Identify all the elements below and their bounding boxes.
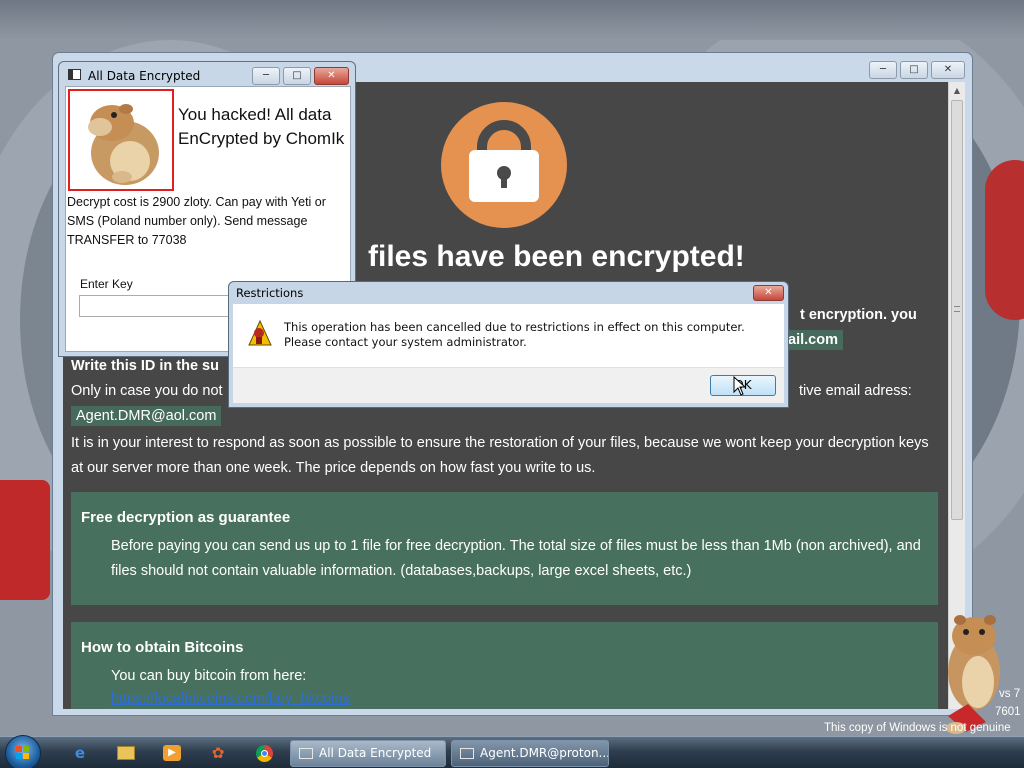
- windows-logo-icon: [16, 746, 29, 759]
- wallpaper-red-eye-right: [985, 160, 1024, 320]
- paint-icon[interactable]: ✿: [202, 741, 234, 765]
- minimize-button[interactable]: ─: [869, 61, 897, 79]
- hacked-headline: You hacked! All data EnCrypted by ChomIk: [178, 105, 345, 148]
- free-decryption-panel: Free decryption as guarantee Before payi…: [71, 492, 938, 605]
- maximize-button[interactable]: □: [900, 61, 928, 79]
- restrictions-dialog: Restrictions ✕ This operation has been c…: [228, 281, 789, 408]
- chrome-icon[interactable]: [248, 741, 280, 765]
- bitcoin-link[interactable]: https://localbitcoins.com/buy_bitcoins: [111, 691, 350, 707]
- wallpaper-red-eye-left: [0, 480, 50, 600]
- wallpaper-top-band: [0, 0, 1024, 40]
- minimize-button[interactable]: ─: [252, 67, 280, 85]
- interest-paragraph: It is in your interest to respond as soo…: [71, 435, 929, 476]
- explorer-folder-icon[interactable]: [110, 741, 142, 765]
- window-title: All Data Encrypted: [88, 69, 201, 83]
- key-label: Enter Key: [80, 277, 133, 291]
- task-window-icon-2: [460, 748, 474, 759]
- internet-explorer-icon[interactable]: e: [64, 741, 96, 765]
- contact-email: ail.com: [783, 330, 843, 350]
- task-all-data-encrypted[interactable]: All Data Encrypted: [290, 740, 446, 767]
- genuine-watermark-line2: 7601: [995, 706, 1021, 718]
- close-button[interactable]: ✕: [314, 67, 349, 85]
- dialog-footer: OK: [233, 367, 784, 403]
- start-button[interactable]: [5, 735, 41, 768]
- genuine-watermark-line1: vs 7: [999, 688, 1021, 700]
- scroll-up-icon[interactable]: ▲: [951, 85, 963, 97]
- key-input[interactable]: [79, 295, 231, 317]
- task-agent-dmr[interactable]: Agent.DMR@proton...: [451, 740, 609, 767]
- scroll-thumb[interactable]: [951, 100, 963, 520]
- task-window-icon: [299, 748, 313, 759]
- genuine-watermark-line3: This copy of Windows is not genuine: [824, 722, 1011, 734]
- app-icon: [68, 69, 81, 80]
- restriction-warning-icon: [247, 319, 273, 347]
- desktop: ─ □ ✕ files have been encrypted! t encry…: [0, 0, 1024, 768]
- media-player-icon[interactable]: ▶: [156, 741, 188, 765]
- hamster-image: [68, 89, 174, 191]
- dialog-body: This operation has been cancelled due to…: [233, 304, 784, 367]
- only-case-text-right: tive email adress:: [799, 383, 912, 399]
- lock-icon: [441, 102, 567, 228]
- free-decryption-title: Free decryption as guarantee: [81, 509, 291, 526]
- dialog-close-button[interactable]: ✕: [753, 285, 784, 301]
- write-id-heading: Write this ID in the su: [71, 358, 219, 374]
- bitcoin-body: You can buy bitcoin from here:: [111, 668, 307, 684]
- bitcoin-title: How to obtain Bitcoins: [81, 639, 244, 656]
- only-case-text-left: Only in case you do not: [71, 383, 223, 399]
- free-decryption-body: Before paying you can send us up to 1 fi…: [111, 538, 921, 579]
- alternative-email: Agent.DMR@aol.com: [71, 406, 222, 426]
- dialog-title: Restrictions: [236, 286, 304, 300]
- mouse-cursor-icon: [733, 375, 747, 400]
- ransom-description: Decrypt cost is 2900 zloty. Can pay with…: [67, 195, 326, 247]
- maximize-button[interactable]: □: [283, 67, 311, 85]
- close-button[interactable]: ✕: [931, 61, 965, 79]
- ransom-heading: files have been encrypted!: [368, 240, 745, 273]
- encryption-line: t encryption. you: [800, 307, 917, 323]
- hamster-mascot: [938, 612, 1008, 738]
- bitcoin-panel: How to obtain Bitcoins You can buy bitco…: [71, 622, 938, 709]
- dialog-message: This operation has been cancelled due to…: [284, 320, 745, 349]
- taskbar: e ▶ ✿ All Data Encrypted Agent.DMR@proto…: [0, 735, 1024, 768]
